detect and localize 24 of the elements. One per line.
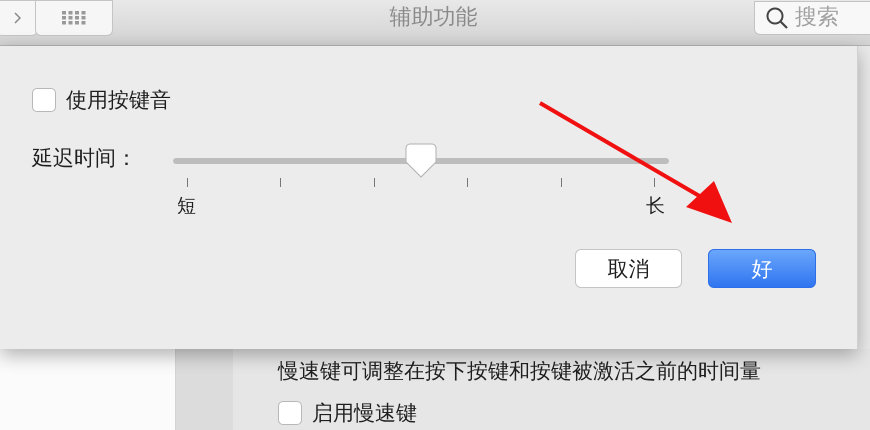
tick-mark (374, 178, 375, 187)
search-field[interactable]: 搜索 (754, 0, 870, 34)
min-label: 短 (177, 194, 196, 219)
checkbox-label: 启用慢速键 (312, 400, 417, 427)
checkbox[interactable] (278, 401, 302, 425)
grid-button[interactable] (35, 0, 113, 36)
slider-thumb[interactable] (405, 143, 437, 179)
search-icon (765, 6, 789, 30)
grid-icon (62, 10, 86, 24)
tick-mark (654, 178, 655, 187)
window-title: 辅助功能 (390, 4, 478, 32)
slider-label: 延迟时间： (32, 145, 138, 172)
tick-mark (187, 178, 188, 187)
tick-mark (560, 178, 562, 187)
cancel-button[interactable]: 取消 (575, 249, 682, 288)
tick-mark (467, 178, 468, 187)
checkbox[interactable] (32, 88, 56, 112)
back-button[interactable] (0, 0, 38, 36)
description-text: 慢速键可调整在按下按键和按键被激活之前的时间量 (278, 358, 762, 385)
checkbox-label: 使用按键音 (66, 87, 171, 114)
tick-mark (280, 178, 282, 187)
chevron-icon (13, 12, 21, 24)
max-label: 长 (646, 194, 665, 219)
search-input[interactable]: 搜索 (795, 5, 865, 30)
